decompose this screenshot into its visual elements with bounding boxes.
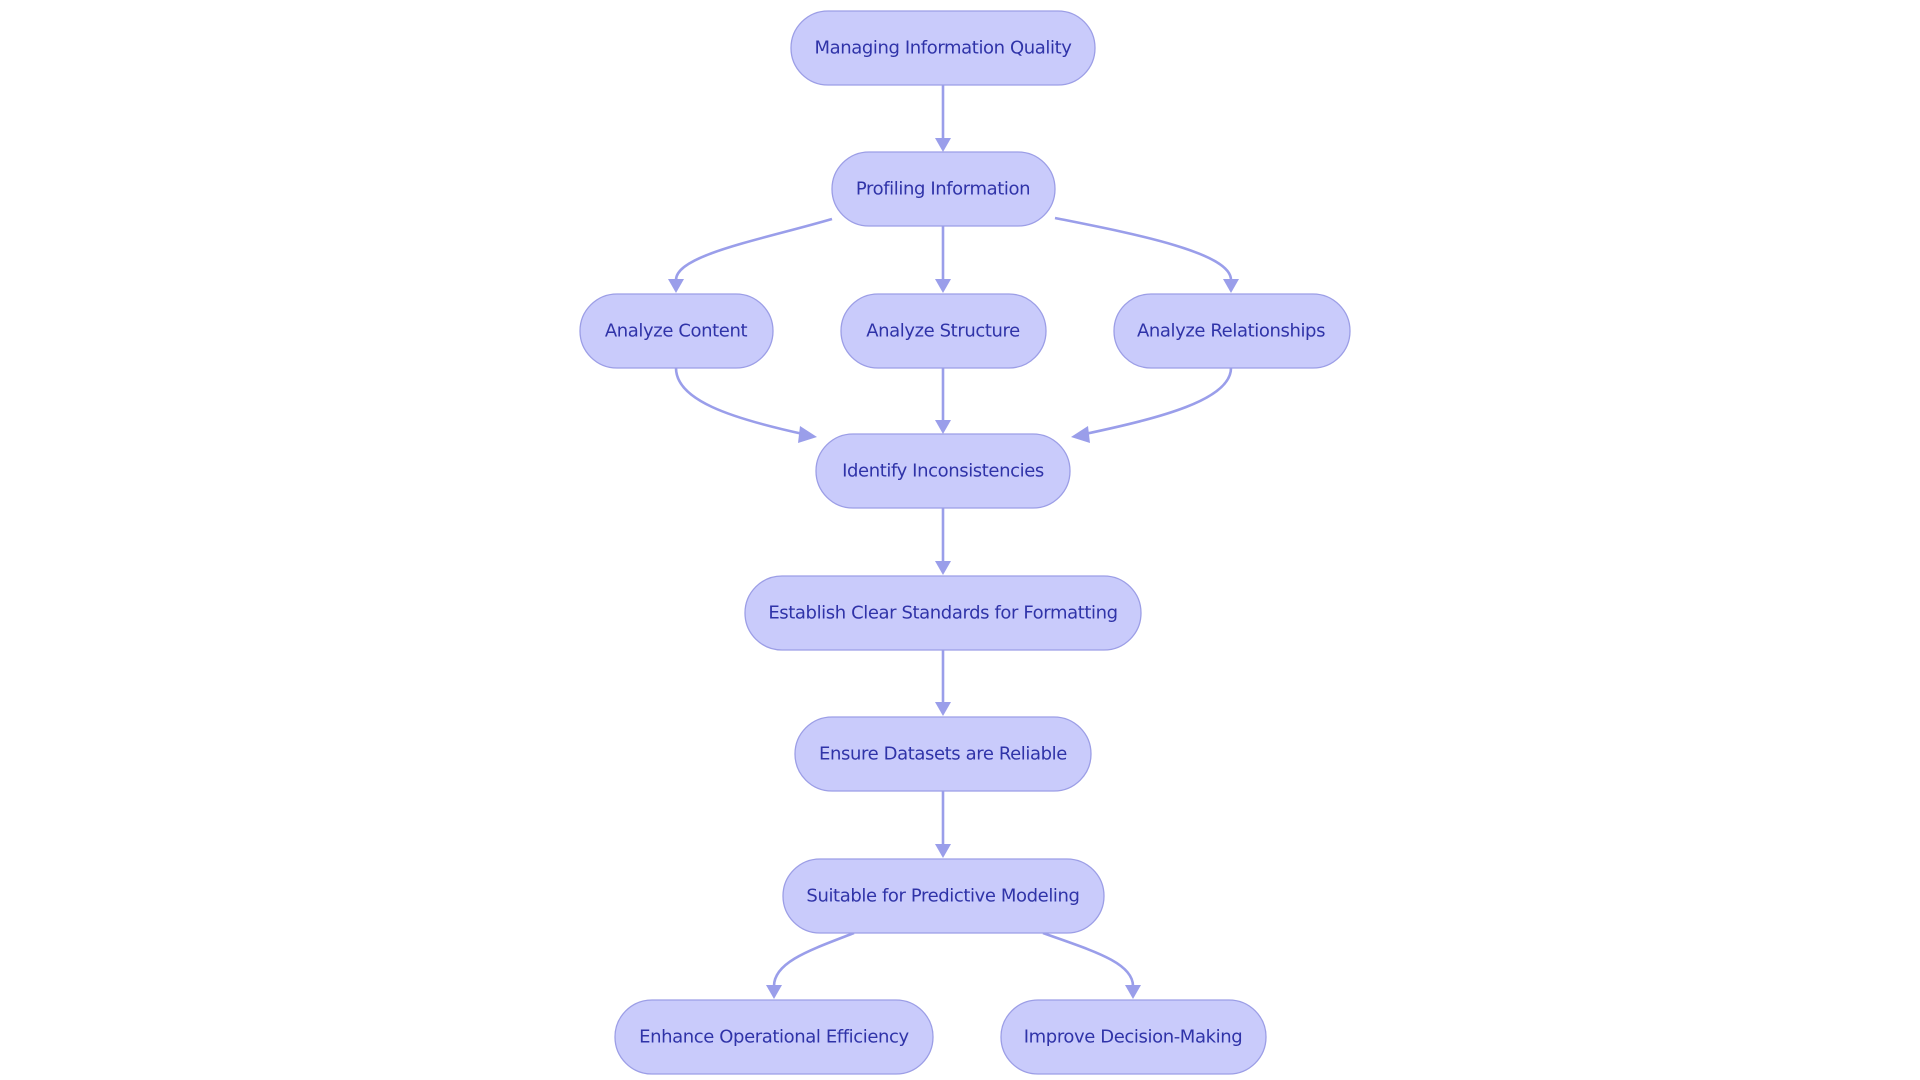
- edge-n3-n6: [674, 367, 817, 443]
- arrowhead-icon: [798, 426, 817, 443]
- node-ensure-datasets-reliable[interactable]: Ensure Datasets are Reliable: [794, 716, 1092, 792]
- edge-n2-n4: [935, 226, 951, 293]
- edge-n1-n2: [935, 85, 951, 152]
- edge-n5-n6: [1071, 367, 1233, 443]
- arrowhead-icon: [935, 138, 951, 152]
- node-label: Establish Clear Standards for Formatting: [768, 603, 1117, 624]
- node-label: Enhance Operational Efficiency: [639, 1027, 909, 1048]
- edge-n4-n6: [935, 368, 951, 434]
- node-label: Analyze Relationships: [1137, 321, 1325, 342]
- node-enhance-operational-efficiency[interactable]: Enhance Operational Efficiency: [614, 999, 934, 1075]
- node-improve-decision-making[interactable]: Improve Decision-Making: [1000, 999, 1267, 1075]
- node-label: Analyze Structure: [866, 321, 1020, 342]
- node-label: Suitable for Predictive Modeling: [806, 886, 1079, 907]
- edge-n6-n7: [935, 508, 951, 575]
- edge-n9-n10: [766, 931, 855, 999]
- node-label: Identify Inconsistencies: [842, 461, 1044, 482]
- arrowhead-icon: [1071, 426, 1090, 443]
- nodes-layer: Managing Information Quality Profiling I…: [579, 10, 1351, 1075]
- node-analyze-content[interactable]: Analyze Content: [579, 293, 774, 369]
- arrowhead-icon: [935, 702, 951, 716]
- edge-n2-n5: [1054, 216, 1239, 293]
- node-label: Managing Information Quality: [814, 38, 1072, 59]
- arrowhead-icon: [935, 561, 951, 575]
- edge-n9-n11: [1042, 931, 1141, 999]
- node-establish-clear-standards[interactable]: Establish Clear Standards for Formatting: [744, 575, 1142, 651]
- arrowhead-icon: [1223, 279, 1239, 293]
- arrowhead-icon: [935, 420, 951, 434]
- arrowhead-icon: [935, 844, 951, 858]
- flowchart: Managing Information Quality Profiling I…: [579, 10, 1351, 1075]
- node-suitable-predictive-modeling[interactable]: Suitable for Predictive Modeling: [782, 858, 1105, 934]
- arrowhead-icon: [935, 279, 951, 293]
- node-label: Improve Decision-Making: [1024, 1027, 1242, 1048]
- node-analyze-structure[interactable]: Analyze Structure: [840, 293, 1047, 369]
- node-analyze-relationships[interactable]: Analyze Relationships: [1113, 293, 1351, 369]
- arrowhead-icon: [668, 279, 684, 293]
- node-label: Profiling Information: [856, 179, 1030, 200]
- node-label: Ensure Datasets are Reliable: [819, 744, 1067, 765]
- node-label: Analyze Content: [605, 321, 748, 342]
- arrowhead-icon: [1125, 985, 1141, 999]
- arrowhead-icon: [766, 985, 782, 999]
- edge-n2-n3: [668, 217, 833, 293]
- node-identify-inconsistencies[interactable]: Identify Inconsistencies: [815, 433, 1071, 509]
- node-managing-information-quality[interactable]: Managing Information Quality: [790, 10, 1096, 86]
- edge-n7-n8: [935, 650, 951, 716]
- node-profiling-information[interactable]: Profiling Information: [831, 151, 1056, 227]
- edge-n8-n9: [935, 791, 951, 858]
